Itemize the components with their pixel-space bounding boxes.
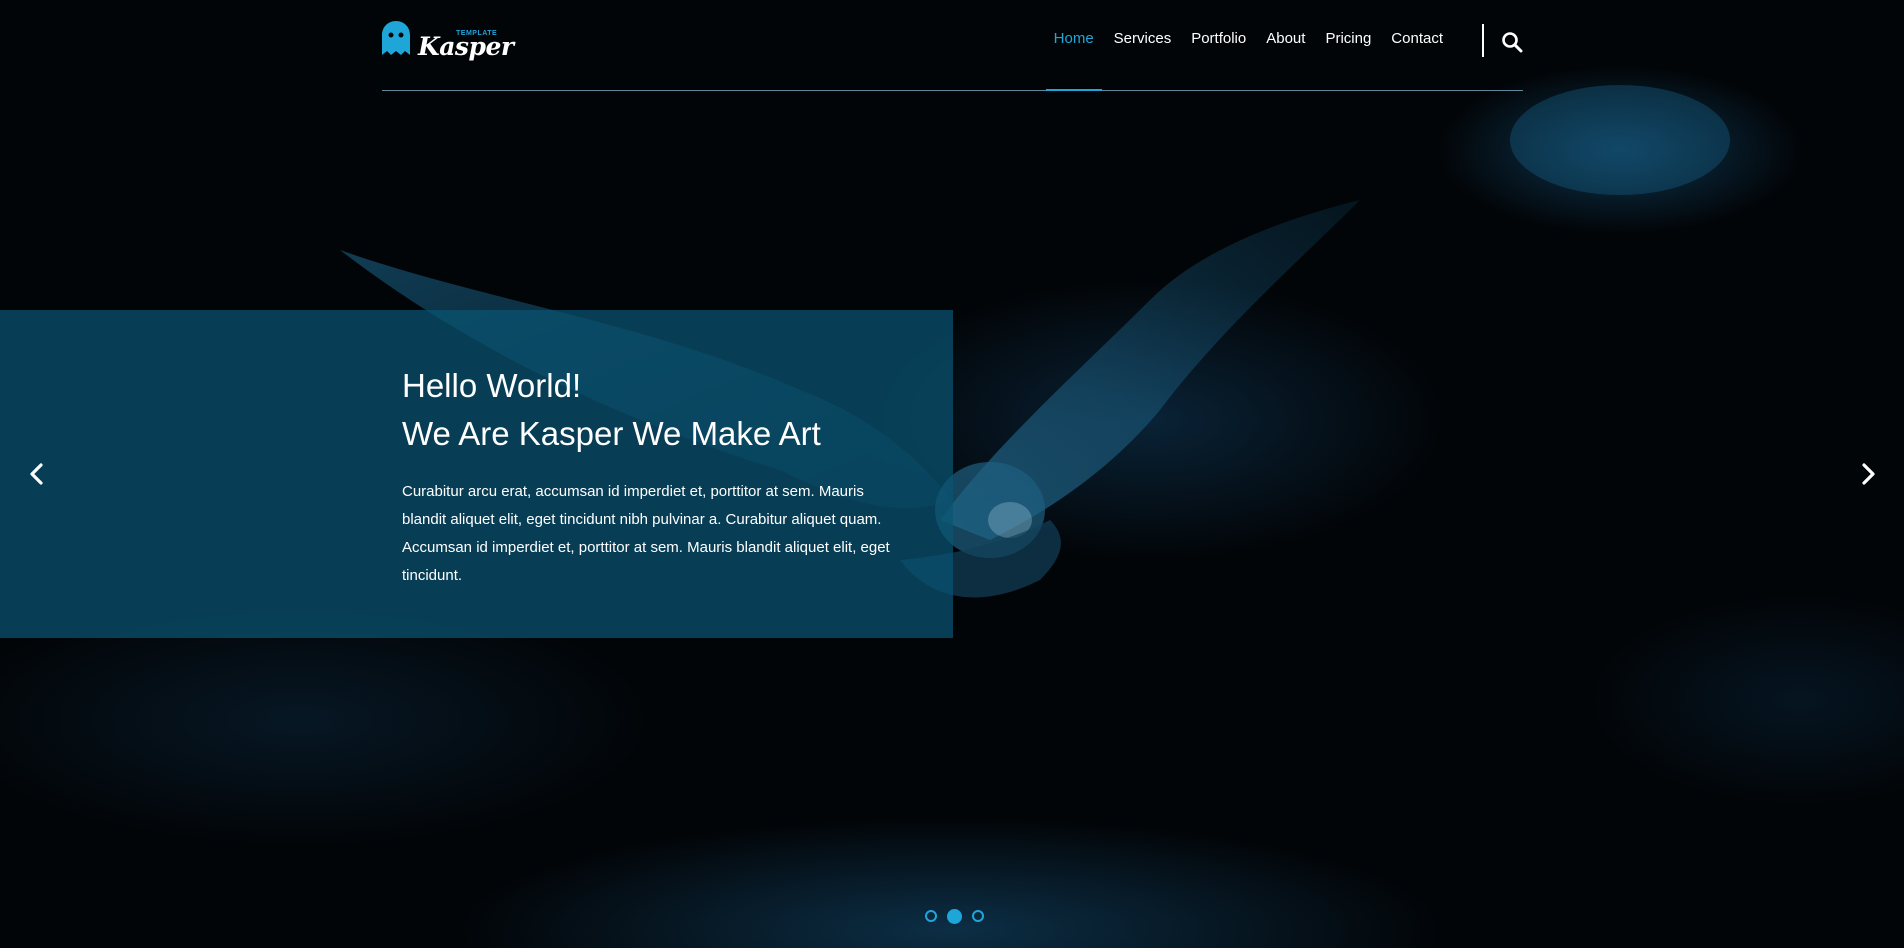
nav-divider — [1482, 24, 1484, 57]
hero-headline-line1: Hello World! — [402, 367, 582, 404]
hero-content: Hello World! We Are Kasper We Make Art C… — [402, 362, 902, 605]
chevron-left-icon[interactable] — [24, 461, 50, 487]
main-nav: Home Services Portfolio About Pricing Co… — [1045, 30, 1443, 91]
nav-item-pricing[interactable]: Pricing — [1325, 30, 1371, 90]
slider-bullets — [925, 909, 984, 924]
slider-bullet-2[interactable] — [947, 909, 962, 924]
hero-section: TEMPLATE Kasper Home Services Portfolio … — [0, 0, 1904, 948]
nav-item-services[interactable]: Services — [1114, 30, 1172, 90]
nav-item-about[interactable]: About — [1266, 30, 1305, 90]
nav-item-home[interactable]: Home — [1045, 30, 1102, 91]
slider-bullet-1[interactable] — [925, 910, 937, 922]
site-header: TEMPLATE Kasper Home Services Portfolio … — [382, 0, 1523, 91]
hero-description: Curabitur arcu erat, accumsan id imperdi… — [402, 483, 890, 584]
logo-name: Kasper — [418, 32, 514, 61]
logo[interactable]: TEMPLATE Kasper — [382, 20, 514, 61]
hero-headline: Hello World! We Are Kasper We Make Art — [402, 362, 902, 458]
nav-item-contact[interactable]: Contact — [1391, 30, 1443, 90]
slider-bullet-3[interactable] — [972, 910, 984, 922]
hero-content-box: Hello World! We Are Kasper We Make Art C… — [0, 310, 953, 638]
ghost-icon — [382, 21, 410, 55]
hero-headline-line2: We Are Kasper We Make Art — [402, 415, 821, 452]
search-icon[interactable] — [1501, 31, 1523, 53]
nav-item-portfolio[interactable]: Portfolio — [1191, 30, 1246, 90]
chevron-right-icon[interactable] — [1855, 461, 1881, 487]
